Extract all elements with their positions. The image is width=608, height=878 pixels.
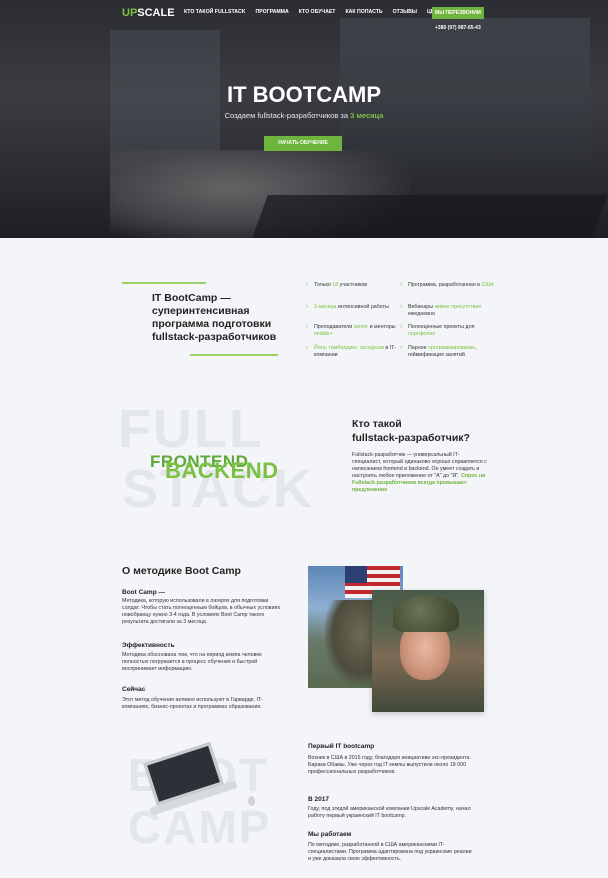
method-heading: Сейчас xyxy=(122,686,146,693)
feature-item: › 3 месяца интенсивной работы xyxy=(306,304,409,311)
feature-text: и менторы xyxy=(368,324,396,330)
bootcamp-text: По методике, разработанной в США америка… xyxy=(308,842,472,862)
method-text: Методика, которую использовали в лагерях… xyxy=(122,598,281,625)
arrow-icon: › xyxy=(400,324,402,330)
method-heading: Эффективность xyxy=(122,642,175,649)
hero-subtitle: Создаем fullstack-разработчиков за 3 мес… xyxy=(0,111,608,120)
arrow-icon: › xyxy=(306,304,308,310)
logo[interactable]: UPSCALE xyxy=(122,7,175,19)
feature-text: интенсивной работы xyxy=(336,304,389,310)
feature-text: Парное xyxy=(408,345,428,351)
backend-label: BACKEND xyxy=(165,458,279,483)
fullstack-description: Fullstack-разработчик — универсальный IT… xyxy=(352,452,487,494)
fullstack-heading-2: fullstack-разработчик? xyxy=(352,432,470,444)
main-nav: Кто такой Fullstack Программа Кто обучае… xyxy=(184,9,442,15)
method-heading: Boot Camp — xyxy=(122,589,165,596)
feature-accent: senior xyxy=(353,324,369,330)
arrow-icon: › xyxy=(306,324,308,330)
fullstack-heading-1: Кто такой xyxy=(352,418,402,430)
feature-accent: Йога, тимбилдинг, экскурсии xyxy=(314,345,384,351)
feature-accent: США xyxy=(481,282,494,288)
feature-item: › Преподаватели senior и менторы middle+ xyxy=(306,324,409,338)
feature-item: › Йога, тимбилдинг, экскурсии в IT-компан… xyxy=(306,345,409,359)
method-text: Этот метод обучения активно используют в… xyxy=(122,697,263,710)
method-title: О методике Boot Camp xyxy=(122,565,241,577)
feature-text: Программа, разработанная в xyxy=(408,282,482,288)
hero-section: UPSCALE Кто такой Fullstack Программа Кт… xyxy=(0,0,608,238)
feature-item: › Программа, разработанная в США xyxy=(400,282,503,289)
keyboard-image xyxy=(252,195,608,238)
feature-accent: портфолио xyxy=(408,331,436,337)
feature-item: › Только 18 участников xyxy=(306,282,409,289)
arrow-icon: › xyxy=(306,282,308,288)
callback-button[interactable]: Мы перезвоним xyxy=(432,7,484,19)
feature-accent: 3 месяца xyxy=(314,304,337,310)
intro-title: IT BootCamp — суперинтенсивная программа… xyxy=(152,292,277,343)
bootcamp-heading: В 2017 xyxy=(308,796,329,803)
divider-bottom xyxy=(190,354,278,356)
nav-item-admission[interactable]: Как попасть xyxy=(345,9,382,15)
nav-item-teachers[interactable]: Кто обучает xyxy=(299,9,336,15)
feature-item: › Парное программирование, геймификация з… xyxy=(400,345,503,359)
bg-word-full: FULL xyxy=(118,399,264,459)
arrow-icon: › xyxy=(400,345,402,351)
nav-item-reviews[interactable]: Отзывы xyxy=(393,9,417,15)
phone-number[interactable]: +380 (97) 987-65-43 xyxy=(435,25,481,31)
helmet-image xyxy=(393,596,459,632)
feature-accent: живое присутствие xyxy=(434,304,482,310)
feature-accent: программирование xyxy=(428,345,476,351)
feature-text: ежедневно xyxy=(408,311,435,317)
bootcamp-text: Возник в США в 2015 году, благодаря иниц… xyxy=(308,755,470,775)
bootcamp-text: Году, под эгидой американской компании U… xyxy=(308,806,471,819)
hero-subtitle-accent: 3 месяца xyxy=(350,111,384,120)
nav-item-fullstack[interactable]: Кто такой Fullstack xyxy=(184,9,246,15)
arrow-icon: › xyxy=(400,282,402,288)
method-text: Методика обоснована тем, что на период к… xyxy=(122,652,262,672)
feature-item: › Вебинары живое присутствие ежедневно xyxy=(400,304,503,318)
bootcamp-heading: Мы работаем xyxy=(308,831,352,838)
feature-accent: middle+ xyxy=(314,331,333,337)
divider-top xyxy=(122,282,206,284)
nav-item-program[interactable]: Программа xyxy=(256,9,289,15)
hero-subtitle-text: Создаем fullstack-разработчиков за xyxy=(224,111,349,120)
arrow-icon: › xyxy=(306,345,308,351)
feature-text: Полноценные проекты для xyxy=(408,324,475,330)
feature-text: Вебинары xyxy=(408,304,435,310)
logo-up: UP xyxy=(122,7,138,19)
feature-text: участников xyxy=(338,282,368,288)
feature-text: Только xyxy=(314,282,333,288)
mouse-image xyxy=(248,796,255,806)
start-learning-button[interactable]: Начать обучение xyxy=(264,136,342,151)
arrow-icon: › xyxy=(400,304,402,310)
hero-title: IT BOOTCAMP xyxy=(227,82,381,107)
bootcamp-heading: Первый IT bootcamp xyxy=(308,743,375,750)
feature-item: › Полноценные проекты для портфолио xyxy=(400,324,503,338)
logo-rest: SCALE xyxy=(137,7,175,19)
feature-text: Преподаватели xyxy=(314,324,354,330)
